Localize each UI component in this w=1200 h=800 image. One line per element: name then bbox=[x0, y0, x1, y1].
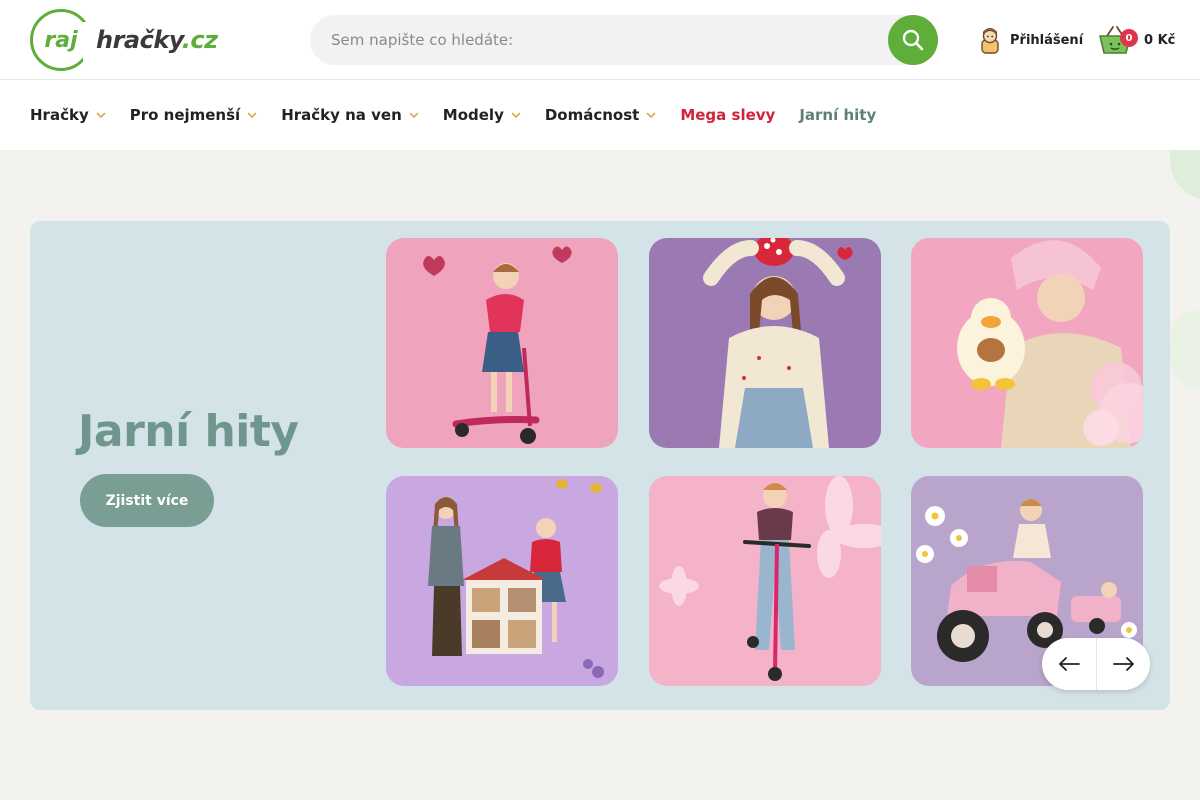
decorative-leaf bbox=[1170, 150, 1200, 200]
hero-title: Jarní hity bbox=[78, 406, 299, 457]
cart-link[interactable]: 0 0 Kč bbox=[1098, 22, 1175, 58]
chevron-down-icon bbox=[647, 112, 656, 119]
main-nav: Hračky Pro nejmenší Hračky na ven Modely… bbox=[0, 80, 1200, 151]
nav-item-domacnost[interactable]: Domácnost bbox=[545, 106, 656, 124]
hero-tile-dollhouse[interactable] bbox=[386, 476, 618, 686]
logo-tld: .cz bbox=[181, 26, 218, 54]
arrow-left-icon bbox=[1059, 657, 1080, 671]
logo-hracky: hračky bbox=[96, 26, 182, 54]
hero-tile-scooter[interactable] bbox=[386, 238, 618, 448]
nav-item-jarni-hity[interactable]: Jarní hity bbox=[799, 106, 876, 124]
hero-tile-image bbox=[386, 238, 618, 448]
login-label: Přihlášení bbox=[1010, 32, 1084, 48]
nav-item-mega-slevy[interactable]: Mega slevy bbox=[680, 106, 775, 124]
nav-item-label: Jarní hity bbox=[799, 106, 877, 124]
site-header: raj hračky.cz Přihlášení bbox=[0, 0, 1200, 80]
logo-raj: raj bbox=[44, 27, 78, 53]
logo-wordmark: hračky.cz bbox=[96, 26, 218, 54]
search-icon bbox=[902, 29, 924, 51]
arrow-right-icon bbox=[1112, 657, 1134, 671]
nav-item-label: Modely bbox=[442, 106, 504, 124]
hero-slider-controls bbox=[1042, 638, 1150, 690]
prev-slide-button[interactable] bbox=[1042, 638, 1096, 690]
decorative-leaf bbox=[1170, 310, 1200, 390]
nav-item-pro-nejmensi[interactable]: Pro nejmenší bbox=[130, 106, 257, 124]
nav-list: Hračky Pro nejmenší Hračky na ven Modely… bbox=[30, 80, 900, 150]
hero-tile-duck-plush[interactable] bbox=[911, 238, 1143, 448]
hero-tile-image bbox=[649, 476, 881, 686]
hero-tile-image bbox=[649, 238, 881, 448]
nav-item-hracky-na-ven[interactable]: Hračky na ven bbox=[281, 106, 419, 124]
nav-item-label: Mega slevy bbox=[680, 106, 776, 124]
hero-tile-image bbox=[911, 238, 1143, 448]
hero-tile-kick-scooter[interactable] bbox=[649, 476, 881, 686]
chevron-down-icon bbox=[96, 112, 106, 119]
logo-ring: raj bbox=[30, 9, 95, 71]
search-button[interactable] bbox=[888, 15, 938, 65]
next-slide-button[interactable] bbox=[1096, 638, 1150, 690]
hero-banner[interactable]: Jarní hity Zjistit více bbox=[30, 221, 1170, 710]
login-link[interactable]: Přihlášení bbox=[978, 24, 1083, 56]
nav-item-label: Hračky na ven bbox=[281, 106, 402, 124]
user-avatar-icon bbox=[981, 28, 999, 54]
nav-item-hracky[interactable]: Hračky bbox=[30, 106, 106, 124]
hero-cta-button[interactable]: Zjistit více bbox=[80, 474, 214, 527]
search-bar bbox=[310, 15, 938, 65]
chevron-down-icon bbox=[511, 112, 521, 119]
search-input[interactable] bbox=[310, 15, 890, 65]
cart-total: 0 Kč bbox=[1144, 32, 1176, 48]
chevron-down-icon bbox=[409, 112, 419, 119]
hero-tile-image bbox=[386, 476, 618, 686]
cart-count-badge: 0 bbox=[1120, 29, 1138, 47]
nav-item-label: Pro nejmenší bbox=[129, 106, 241, 124]
hero-tile-ladybird-plush[interactable] bbox=[649, 238, 881, 448]
chevron-down-icon bbox=[247, 112, 257, 119]
nav-item-label: Domácnost bbox=[544, 106, 640, 124]
nav-item-modely[interactable]: Modely bbox=[443, 106, 521, 124]
nav-item-label: Hračky bbox=[30, 106, 89, 124]
site-logo[interactable]: raj hračky.cz bbox=[30, 8, 220, 72]
cart-icon-wrap: 0 bbox=[1098, 23, 1138, 57]
